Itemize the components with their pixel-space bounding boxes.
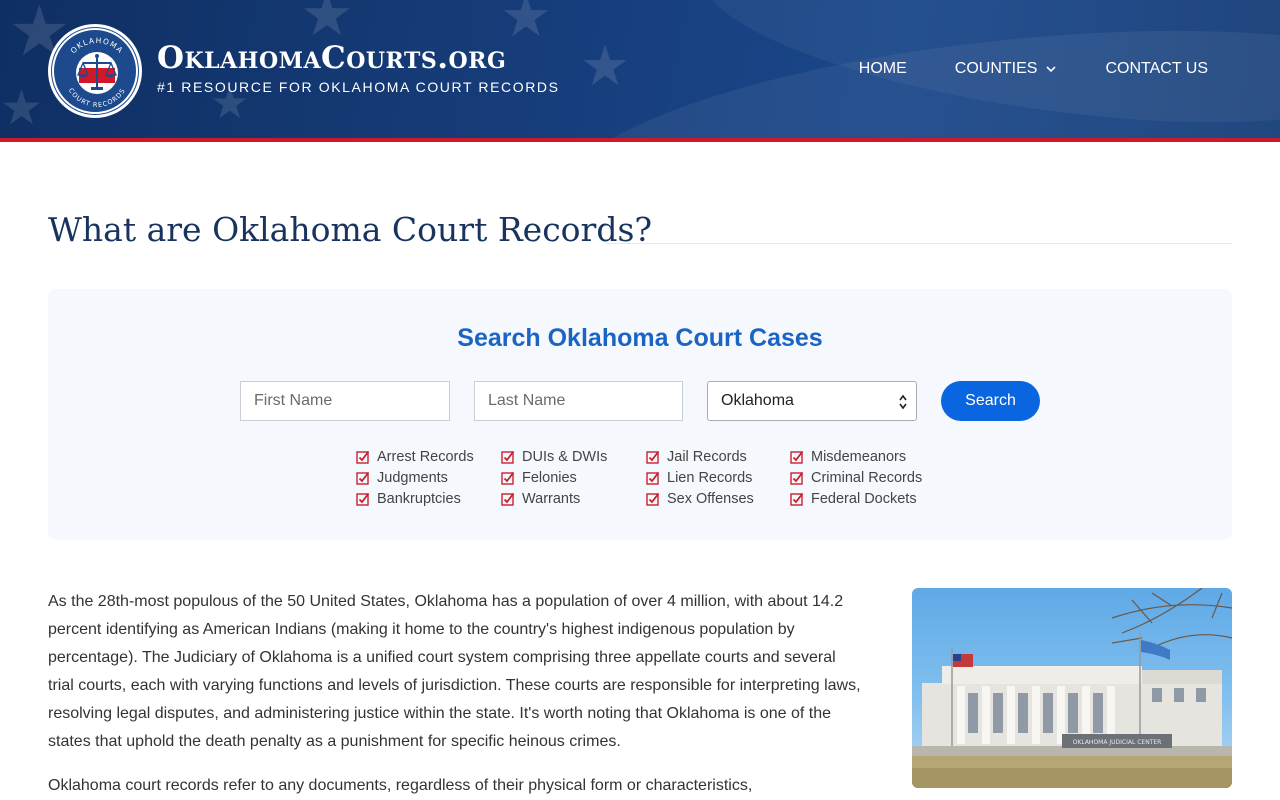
article-paragraph: Oklahoma court records refer to any docu…	[48, 777, 753, 794]
site-name[interactable]: OklahomaCourts.org	[157, 40, 560, 76]
record-type-item: Warrants	[501, 488, 607, 509]
scales-of-justice-icon: OKLAHOMA COURT RECORDS	[67, 36, 126, 109]
checkbox-checked-icon	[356, 450, 370, 464]
image-sign-text: OKLAHOMA JUDICIAL CENTER	[1073, 739, 1162, 746]
record-type-label: Criminal Records	[811, 469, 923, 486]
site-logo-seal[interactable]: OKLAHOMA COURT RECORDS	[48, 24, 142, 118]
checkbox-checked-icon	[501, 471, 515, 485]
record-type-item: Misdemeanors	[790, 446, 922, 467]
record-type-label: Lien Records	[667, 469, 753, 486]
nav-counties[interactable]: COUNTIES	[955, 60, 1058, 78]
title-divider	[606, 243, 1232, 244]
record-types-column: Arrest Records Judgments Bankruptcies	[356, 446, 474, 509]
site-header: ★ ★ ★ ★ ★ ★ OKLAHOMA COURT RECORDS Oklah…	[0, 0, 1280, 142]
checkbox-checked-icon	[790, 450, 804, 464]
record-type-label: Judgments	[377, 469, 448, 486]
checkbox-checked-icon	[646, 450, 660, 464]
checkbox-checked-icon	[356, 492, 370, 506]
record-type-label: Sex Offenses	[667, 490, 754, 507]
record-type-label: DUIs & DWIs	[522, 448, 608, 465]
record-type-label: Jail Records	[667, 448, 747, 465]
nav-home-label: HOME	[858, 60, 907, 77]
article-body: As the 28th-most populous of the 50 Unit…	[48, 588, 863, 800]
judicial-center-photo: OKLAHOMA JUDICIAL CENTER	[912, 588, 1232, 788]
chevron-down-icon	[1046, 66, 1057, 73]
search-title: Search Oklahoma Court Cases	[457, 324, 823, 352]
courthouse-image: OKLAHOMA JUDICIAL CENTER	[912, 588, 1232, 788]
page-title: What are Oklahoma Court Records?	[48, 210, 653, 249]
checkbox-checked-icon	[356, 471, 370, 485]
record-type-item: Lien Records	[646, 467, 754, 488]
star-decoration: ★	[0, 80, 44, 136]
last-name-input[interactable]	[474, 381, 683, 421]
nav-home[interactable]: HOME	[859, 60, 907, 78]
checkbox-checked-icon	[790, 492, 804, 506]
record-type-label: Felonies	[522, 469, 577, 486]
nav-contact-us[interactable]: CONTACT US	[1105, 60, 1208, 78]
record-type-item: Judgments	[356, 467, 474, 488]
select-arrows-icon	[899, 394, 907, 410]
record-type-label: Misdemeanors	[811, 448, 907, 465]
record-type-item: Jail Records	[646, 446, 754, 467]
record-type-item: Federal Dockets	[790, 488, 922, 509]
nav-contact-label: CONTACT US	[1105, 60, 1208, 77]
record-types-column: Misdemeanors Criminal Records Federal Do…	[790, 446, 922, 509]
search-button[interactable]: Search	[941, 381, 1040, 421]
record-type-label: Bankruptcies	[377, 490, 461, 507]
record-type-item: DUIs & DWIs	[501, 446, 607, 467]
brand[interactable]: OklahomaCourts.org #1 RESOURCE FOR OKLAH…	[157, 40, 560, 95]
state-select[interactable]: Oklahoma	[707, 381, 917, 421]
article-paragraph: As the 28th-most populous of the 50 Unit…	[48, 593, 861, 750]
seal-ring: OKLAHOMA COURT RECORDS	[52, 28, 138, 114]
record-types-column: DUIs & DWIs Felonies Warrants	[501, 446, 607, 509]
state-select-value: Oklahoma	[721, 392, 794, 409]
record-types-column: Jail Records Lien Records Sex Offenses	[646, 446, 754, 509]
record-type-label: Warrants	[522, 490, 581, 507]
record-type-item: Sex Offenses	[646, 488, 754, 509]
main-nav: HOME COUNTIES CONTACT US	[859, 60, 1208, 78]
checkbox-checked-icon	[646, 492, 660, 506]
checkbox-checked-icon	[646, 471, 660, 485]
record-type-item: Arrest Records	[356, 446, 474, 467]
record-type-item: Felonies	[501, 467, 607, 488]
checkbox-checked-icon	[501, 492, 515, 506]
record-type-label: Federal Dockets	[811, 490, 917, 507]
record-type-item: Criminal Records	[790, 467, 922, 488]
star-decoration: ★	[580, 34, 631, 99]
checkbox-checked-icon	[501, 450, 515, 464]
checkbox-checked-icon	[790, 471, 804, 485]
record-type-item: Bankruptcies	[356, 488, 474, 509]
search-panel: Search Oklahoma Court Cases Oklahoma Sea…	[48, 289, 1232, 540]
first-name-input[interactable]	[240, 381, 450, 421]
nav-counties-label: COUNTIES	[954, 60, 1038, 77]
record-type-label: Arrest Records	[377, 448, 474, 465]
site-tagline: #1 RESOURCE FOR OKLAHOMA COURT RECORDS	[157, 79, 560, 95]
